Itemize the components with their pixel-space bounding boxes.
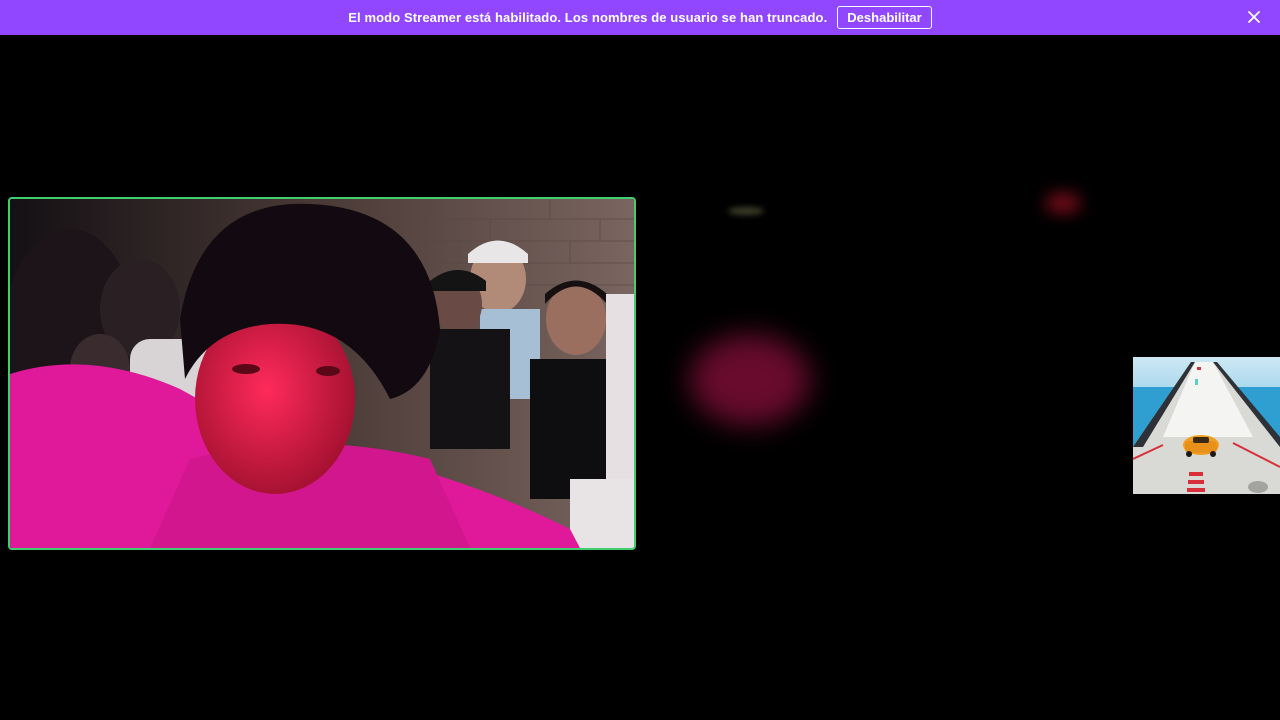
streamer-mode-message: El modo Streamer está habilitado. Los no… (348, 10, 828, 25)
webcam-overlay (8, 197, 636, 550)
game-scene (1133, 357, 1280, 494)
video-stage[interactable] (0, 35, 1280, 720)
background-glow-dim (728, 207, 764, 215)
background-glow-red (1045, 193, 1081, 213)
background-glow-magenta (690, 335, 810, 425)
game-thumbnail[interactable] (1133, 357, 1280, 494)
webcam-scene (10, 199, 634, 548)
disable-streamer-mode-button[interactable]: Deshabilitar (837, 6, 932, 29)
streamer-mode-banner: El modo Streamer está habilitado. Los no… (0, 0, 1280, 35)
close-icon[interactable] (1246, 9, 1262, 25)
